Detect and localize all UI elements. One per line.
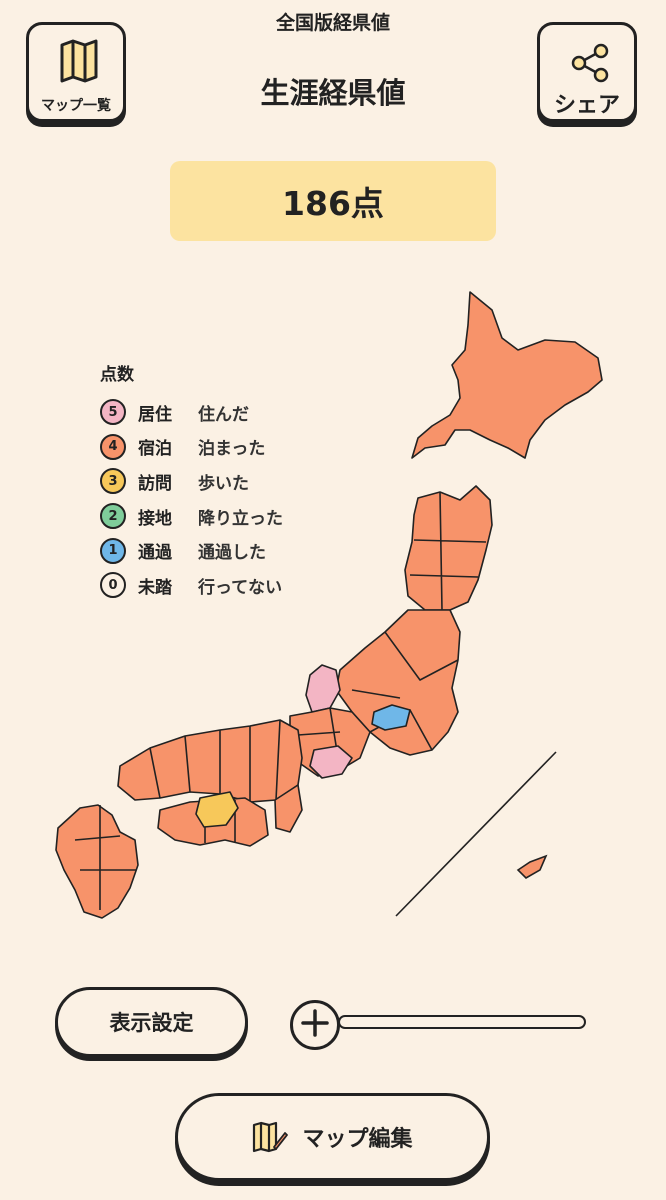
- plus-icon: [300, 1008, 330, 1042]
- legend-level: 未踏: [138, 577, 172, 598]
- legend-badge: 4: [100, 433, 126, 460]
- legend-level: 通過: [138, 543, 172, 564]
- legend-badge: 5: [100, 399, 126, 426]
- display-settings-button[interactable]: 表示設定: [55, 987, 248, 1057]
- legend-desc: 歩いた: [198, 473, 249, 494]
- legend-desc: 行ってない: [198, 577, 283, 598]
- zoom-slider[interactable]: [338, 1015, 586, 1029]
- share-button[interactable]: シェア: [537, 22, 637, 122]
- legend-desc: 住んだ: [198, 404, 249, 425]
- legend-item: 5 居住 住んだ: [100, 395, 283, 430]
- pref-kyushu: [55, 804, 139, 919]
- legend-item: 3 訪問 歩いた: [100, 464, 283, 499]
- legend-badge: 1: [100, 537, 126, 564]
- legend-level: 訪問: [138, 473, 172, 494]
- pref-ishikawa: [305, 664, 341, 713]
- pref-okinawa: [516, 854, 548, 879]
- legend-level: 接地: [138, 508, 172, 529]
- legend-title: 点数: [100, 365, 134, 385]
- score-display: 186点: [170, 161, 496, 241]
- legend-item: 0 未踏 行ってない: [100, 568, 283, 603]
- map-edit-icon: [252, 1121, 289, 1153]
- legend-level: 宿泊: [138, 439, 172, 460]
- share-icon: [570, 43, 610, 87]
- zoom-in-button[interactable]: [290, 1000, 340, 1050]
- pref-tohoku: [404, 485, 493, 611]
- pref-chugoku: [117, 719, 303, 803]
- share-label: シェア: [553, 93, 620, 118]
- edit-map-button[interactable]: マップ編集: [175, 1093, 490, 1181]
- legend: 点数 5 居住 住んだ 4 宿泊 泊まった 3 訪問 歩いた 2 接地 降り立っ…: [100, 360, 283, 603]
- legend-badge: 0: [100, 572, 126, 599]
- legend-item: 4 宿泊 泊まった: [100, 430, 283, 465]
- legend-badge: 2: [100, 503, 126, 530]
- legend-level: 居住: [138, 404, 172, 425]
- legend-desc: 降り立った: [198, 508, 283, 529]
- legend-desc: 泊まった: [198, 439, 266, 460]
- pref-hokkaido: [411, 291, 603, 459]
- legend-item: 1 通過 通過した: [100, 533, 283, 568]
- legend-item: 2 接地 降り立った: [100, 499, 283, 534]
- edit-map-label: マップ編集: [302, 1127, 413, 1152]
- legend-badge: 3: [100, 468, 126, 495]
- legend-desc: 通過した: [198, 543, 266, 564]
